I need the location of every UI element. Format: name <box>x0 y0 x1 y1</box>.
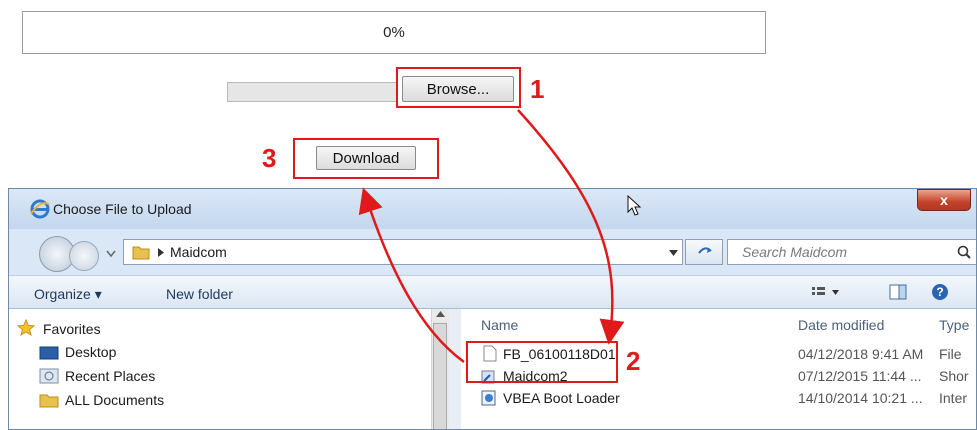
arrow-browse-to-file <box>517 109 625 345</box>
annotation-arrows <box>358 109 625 364</box>
arrow-file-to-download <box>358 187 465 364</box>
